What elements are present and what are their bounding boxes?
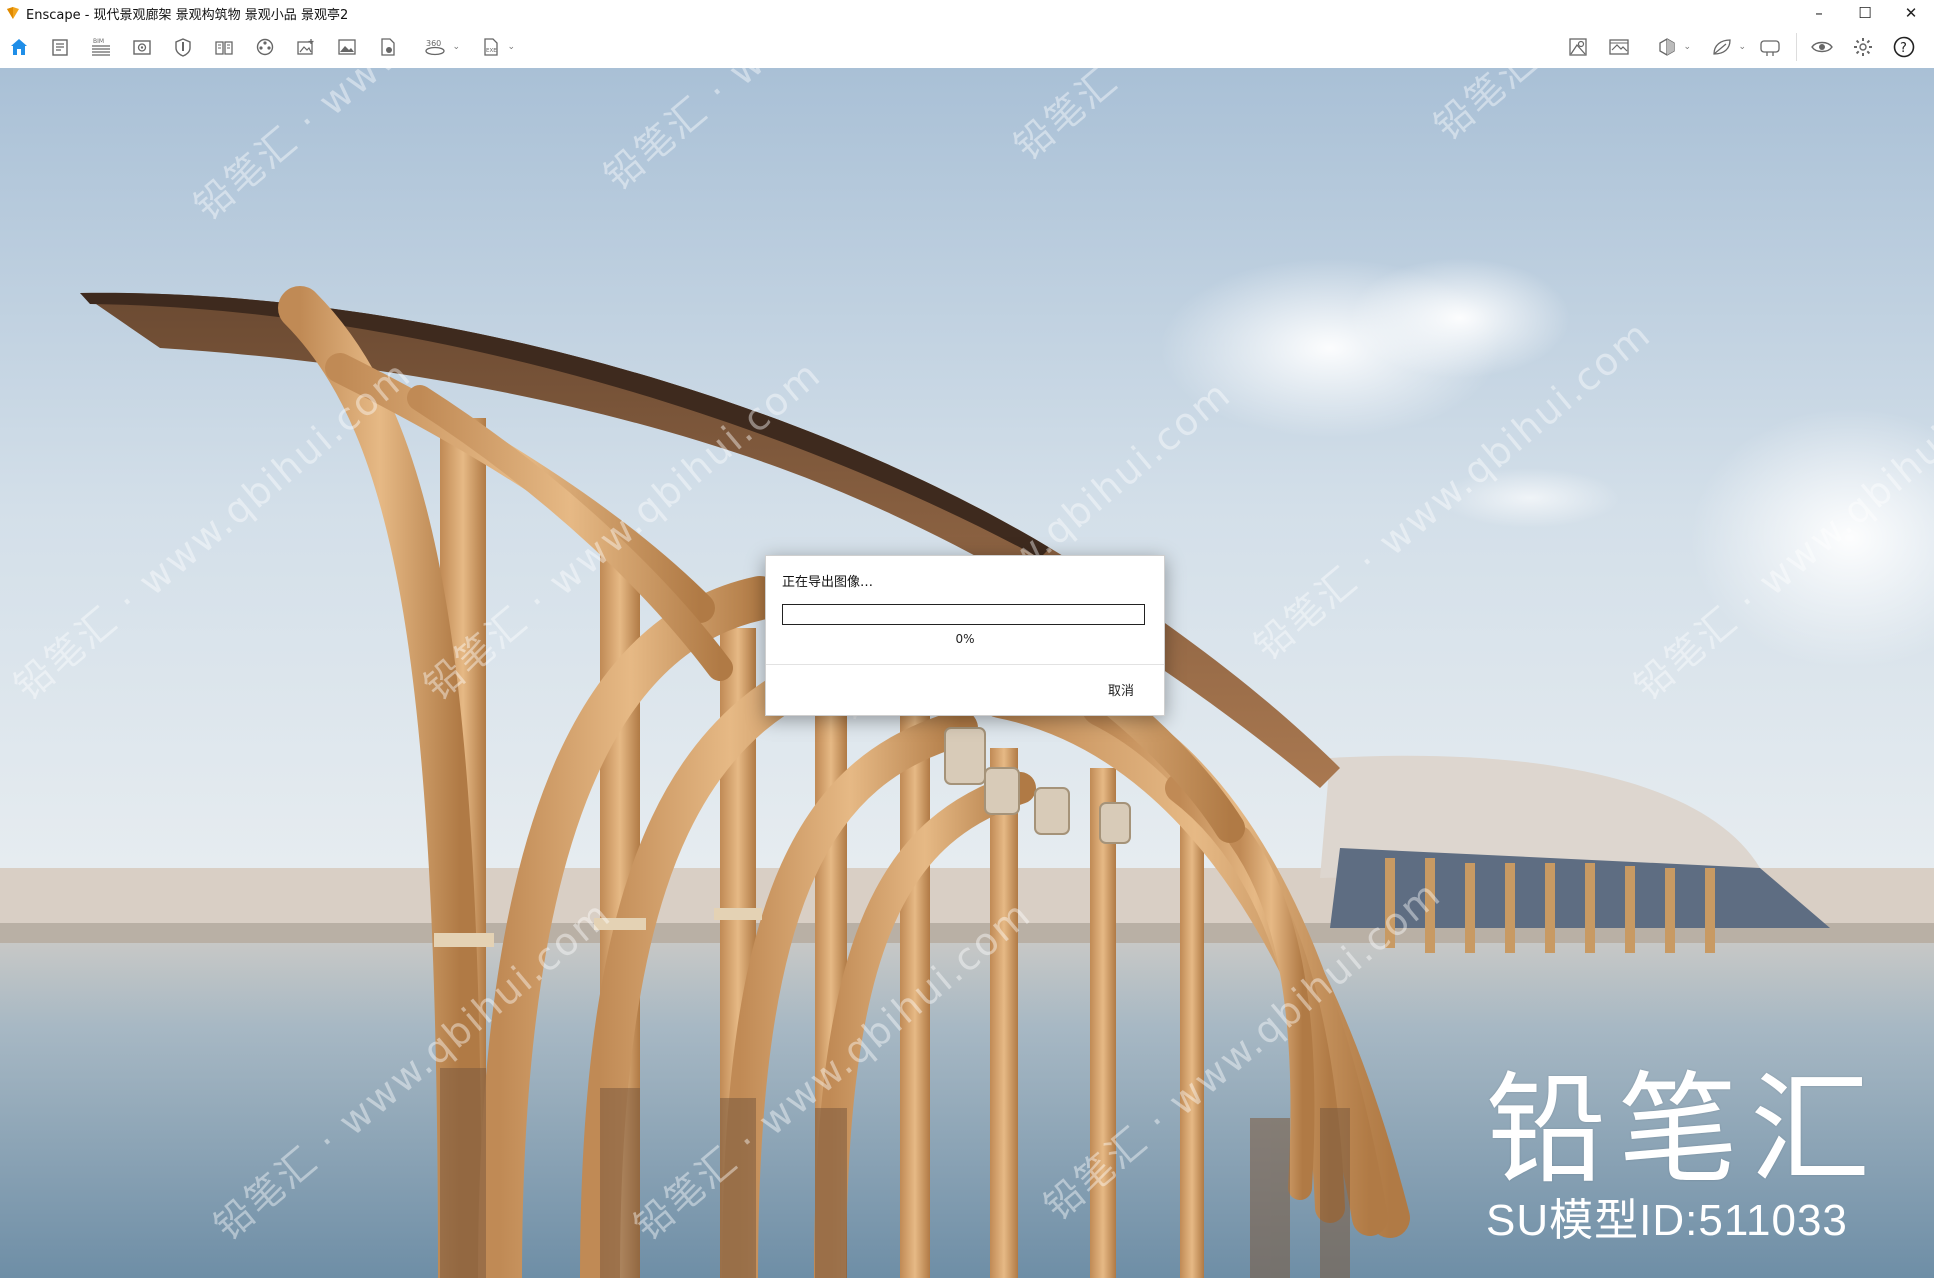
- maximize-button[interactable]: ☐: [1842, 0, 1888, 26]
- dialog-divider: [766, 664, 1164, 665]
- home-icon: [11, 39, 27, 55]
- document-button[interactable]: [45, 32, 75, 62]
- help-icon: ?: [1893, 36, 1915, 58]
- toolbar-left-group: BIM 360 ⌄ EXE ⌄: [4, 32, 524, 62]
- cube-view-icon: [1659, 38, 1675, 56]
- image-settings-button[interactable]: [1604, 32, 1634, 62]
- capture-button[interactable]: [168, 32, 198, 62]
- leaf-material-icon: [1713, 39, 1731, 55]
- chevron-down-icon: ⌄: [507, 42, 515, 52]
- brand-watermark: 铅笔汇 SU模型ID:511033: [1486, 1066, 1882, 1246]
- video-icon: [256, 38, 274, 56]
- cube-view-button[interactable]: ⌄: [1645, 32, 1691, 62]
- document-icon: [52, 39, 68, 56]
- asset-library-button[interactable]: [1563, 32, 1593, 62]
- title-bar: Enscape - 现代景观廊架 景观构筑物 景观小品 景观亭2 – ☐ ✕: [0, 0, 1934, 27]
- toolbar-right-group: ⌄ ⌄ ?: [1563, 32, 1930, 62]
- enscape-logo-icon: [6, 6, 20, 20]
- screen-share-icon: [1760, 40, 1780, 56]
- cancel-button[interactable]: 取消: [1108, 680, 1134, 699]
- exe-export-icon: EXE: [484, 38, 498, 56]
- screen-share-button[interactable]: [1755, 32, 1785, 62]
- progress-bar: [782, 604, 1145, 625]
- chevron-down-icon: ⌄: [1683, 42, 1691, 52]
- export-progress-dialog: 正在导出图像… 0% 取消: [765, 555, 1165, 716]
- svg-text:EXE: EXE: [486, 48, 497, 54]
- toolbar-separator: [1796, 33, 1797, 61]
- exe-export-button[interactable]: EXE ⌄: [469, 32, 515, 62]
- camera-view-button[interactable]: [127, 32, 157, 62]
- image-settings-icon: [1609, 39, 1629, 55]
- leaf-material-button[interactable]: ⌄: [1700, 32, 1746, 62]
- brand-name: 铅笔汇: [1486, 1061, 1882, 1200]
- home-button[interactable]: [4, 32, 34, 62]
- svg-text:BIM: BIM: [93, 38, 104, 45]
- book-icon: [215, 41, 233, 55]
- help-button[interactable]: ?: [1889, 32, 1919, 62]
- main-toolbar: BIM 360 ⌄ EXE ⌄ ⌄ ⌄ ?: [0, 26, 1934, 88]
- export-file-icon: [381, 38, 395, 56]
- svg-text:?: ?: [1900, 41, 1907, 56]
- settings-button[interactable]: [1848, 32, 1878, 62]
- chevron-down-icon: ⌄: [452, 42, 460, 52]
- panorama-360-button[interactable]: 360 ⌄: [414, 32, 460, 62]
- window-title: Enscape - 现代景观廊架 景观构筑物 景观小品 景观亭2: [26, 7, 349, 23]
- settings-gear-icon: [1854, 38, 1872, 56]
- image-button[interactable]: [332, 32, 362, 62]
- progress-text: 0%: [955, 632, 975, 646]
- screenshot-icon: [297, 39, 314, 55]
- video-button[interactable]: [250, 32, 280, 62]
- image-icon: [338, 39, 356, 55]
- visual-settings-icon: [1811, 41, 1833, 53]
- book-button[interactable]: [209, 32, 239, 62]
- bim-icon: BIM: [92, 38, 110, 56]
- chevron-down-icon: ⌄: [1738, 42, 1746, 52]
- model-id-text: SU模型ID:511033: [1486, 1196, 1848, 1245]
- dialog-title: 正在导出图像…: [782, 575, 874, 590]
- panorama-360-icon: 360: [425, 39, 445, 56]
- close-button[interactable]: ✕: [1888, 0, 1934, 26]
- capture-icon: [175, 38, 191, 57]
- svg-text:360: 360: [426, 39, 441, 48]
- asset-library-icon: [1569, 38, 1587, 56]
- minimize-button[interactable]: –: [1796, 0, 1842, 26]
- export-file-button[interactable]: [373, 32, 403, 62]
- bim-button[interactable]: BIM: [86, 32, 116, 62]
- camera-view-icon: [133, 40, 151, 55]
- visual-settings-button[interactable]: [1807, 32, 1837, 62]
- screenshot-button[interactable]: [291, 32, 321, 62]
